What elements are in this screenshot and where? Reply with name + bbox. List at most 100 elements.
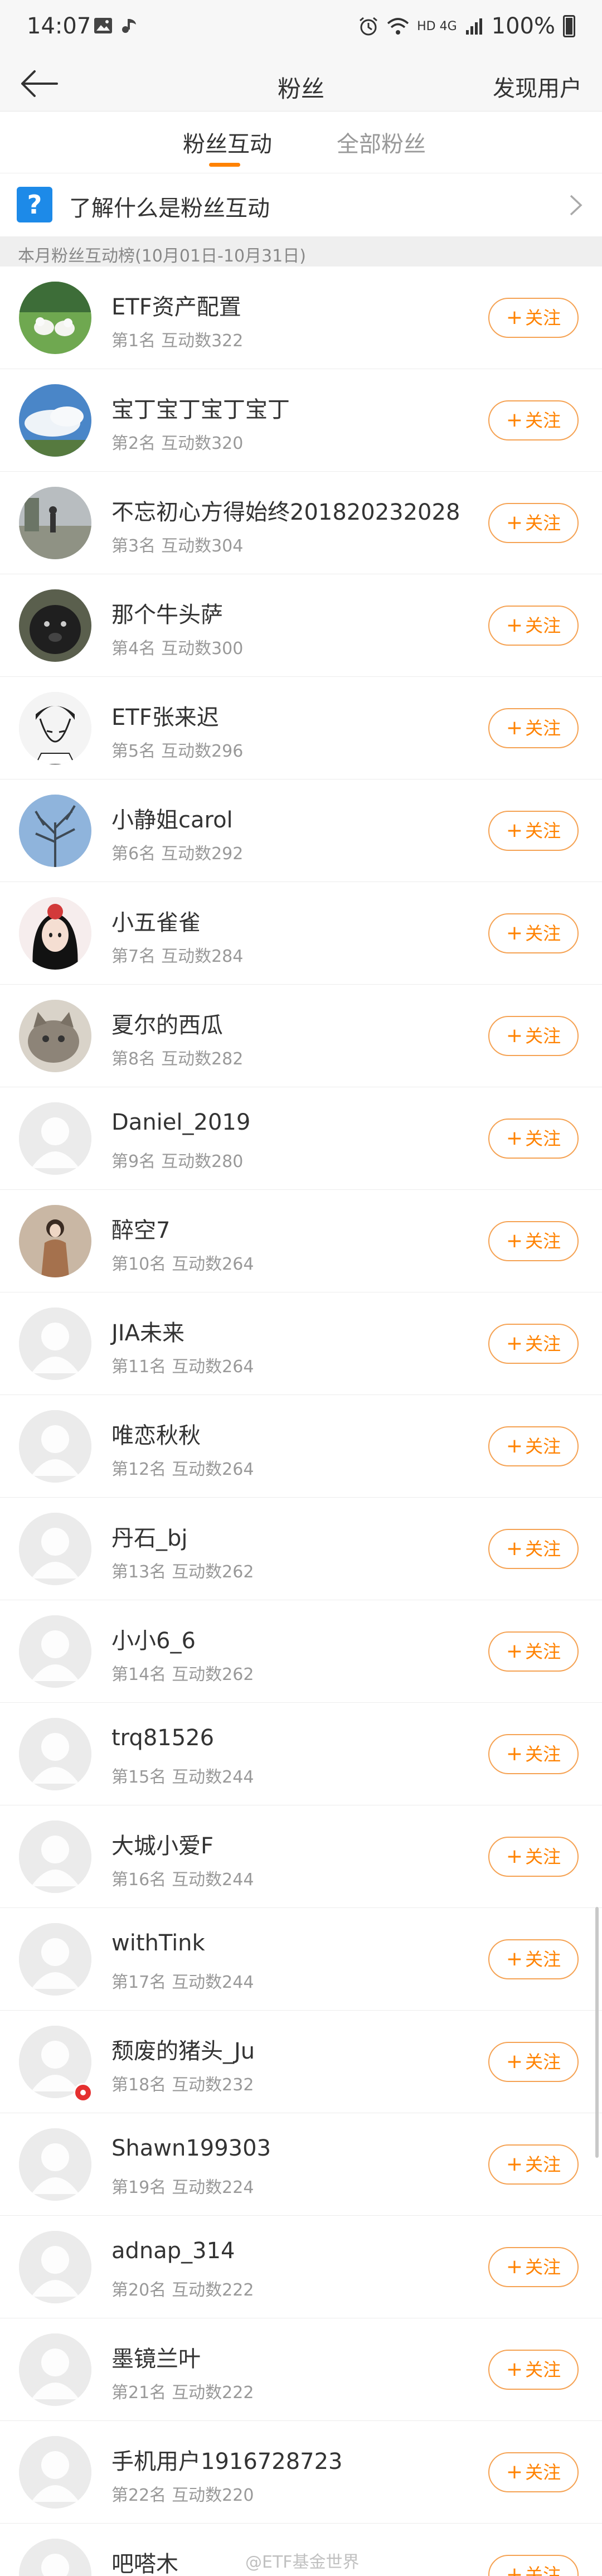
fan-row[interactable]: withTink 第17名 互动数244 + 关注 (0, 1908, 602, 2011)
avatar[interactable] (19, 2231, 91, 2303)
avatar[interactable] (19, 1615, 91, 1688)
fan-name[interactable]: 唯恋秋秋 (111, 1417, 201, 1450)
fan-row[interactable]: 手机用户1916728723 第22名 互动数220 + 关注 (0, 2421, 602, 2524)
fan-row[interactable]: JIA未来 第11名 互动数264 + 关注 (0, 1292, 602, 1395)
avatar[interactable] (19, 384, 91, 457)
fan-name[interactable]: 大城小爱F (111, 1828, 213, 1860)
fan-name[interactable]: JIA未来 (111, 1315, 185, 1347)
fan-row[interactable]: ETF张来迟 第5名 互动数296 + 关注 (0, 677, 602, 779)
follow-button[interactable]: + 关注 (488, 503, 579, 543)
follow-button[interactable]: + 关注 (488, 2144, 579, 2185)
fan-row[interactable]: 唯恋秋秋 第12名 互动数264 + 关注 (0, 1395, 602, 1498)
follow-button[interactable]: + 关注 (488, 2042, 579, 2082)
fan-name[interactable]: ETF资产配置 (111, 289, 241, 321)
fan-name[interactable]: withTink (111, 1930, 205, 1956)
fan-name[interactable]: 宝丁宝丁宝丁宝丁 (111, 391, 290, 424)
fan-name[interactable]: trq81526 (111, 1725, 214, 1751)
fan-name[interactable]: 墨镜兰叶 (111, 2341, 201, 2373)
avatar[interactable] (19, 1102, 91, 1175)
avatar[interactable] (19, 1513, 91, 1585)
fan-row[interactable]: 不忘初心方得始终201820232028 第3名 互动数304 + 关注 (0, 472, 602, 574)
follow-button[interactable]: + 关注 (488, 1837, 579, 1877)
follow-button[interactable]: + 关注 (488, 1631, 579, 1672)
fan-name[interactable]: ETF张来迟 (111, 699, 219, 732)
avatar[interactable] (19, 1923, 91, 1996)
avatar[interactable] (19, 1410, 91, 1483)
fan-name[interactable]: 丹石_bj (111, 1520, 188, 1552)
tab-fan-interaction[interactable]: 粉丝互动 (183, 126, 272, 158)
avatar[interactable] (19, 2333, 91, 2406)
fan-interaction-count: 互动数224 (172, 2178, 254, 2197)
follow-button[interactable]: + 关注 (488, 1734, 579, 1774)
avatar[interactable] (19, 897, 91, 970)
follow-button[interactable]: + 关注 (488, 913, 579, 953)
fan-name[interactable]: 小小6_6 (111, 1623, 196, 1655)
follow-button[interactable]: + 关注 (488, 1939, 579, 1979)
fan-name[interactable]: 不忘初心方得始终201820232028 (111, 494, 460, 526)
follow-button[interactable]: + 关注 (488, 2452, 579, 2492)
follow-button[interactable]: + 关注 (488, 1529, 579, 1569)
follow-label: 关注 (525, 2051, 561, 2073)
follow-button[interactable]: + 关注 (488, 400, 579, 440)
fan-name[interactable]: 那个牛头萨 (111, 597, 223, 629)
fan-name[interactable]: 颓废的猪头_Ju (111, 2033, 255, 2065)
fan-name[interactable]: Daniel_2019 (111, 1110, 250, 1135)
fan-row[interactable]: Daniel_2019 第9名 互动数280 + 关注 (0, 1087, 602, 1190)
follow-button[interactable]: + 关注 (488, 1118, 579, 1159)
fan-rank: 第19名 (111, 2178, 167, 2197)
avatar[interactable] (19, 1000, 91, 1072)
follow-button[interactable]: + 关注 (488, 2555, 579, 2576)
avatar[interactable] (19, 1718, 91, 1790)
follow-button[interactable]: + 关注 (488, 2350, 579, 2390)
avatar[interactable] (19, 2128, 91, 2201)
fan-row[interactable]: ETF资产配置 第1名 互动数322 + 关注 (0, 267, 602, 369)
fan-name[interactable]: 小五雀雀 (111, 904, 201, 937)
fan-row[interactable]: Shawn199303 第19名 互动数224 + 关注 (0, 2113, 602, 2216)
avatar[interactable] (19, 795, 91, 867)
follow-button[interactable]: + 关注 (488, 708, 579, 748)
fan-row[interactable]: 醉空7 第10名 互动数264 + 关注 (0, 1190, 602, 1292)
discover-users-link[interactable]: 发现用户 (493, 70, 582, 103)
fan-meta: 第13名 互动数262 (111, 1558, 254, 1582)
fan-row[interactable]: 宝丁宝丁宝丁宝丁 第2名 互动数320 + 关注 (0, 369, 602, 472)
avatar[interactable] (19, 1820, 91, 1893)
avatar[interactable] (19, 282, 91, 354)
follow-button[interactable]: + 关注 (488, 1221, 579, 1261)
follow-button[interactable]: + 关注 (488, 606, 579, 646)
follow-button[interactable]: + 关注 (488, 298, 579, 338)
fan-row[interactable]: 小五雀雀 第7名 互动数284 + 关注 (0, 882, 602, 985)
avatar[interactable] (19, 692, 91, 764)
fan-name[interactable]: 醉空7 (111, 1212, 170, 1245)
avatar[interactable] (19, 1205, 91, 1277)
fan-name[interactable]: 手机用户1916728723 (111, 2443, 343, 2476)
fan-name[interactable]: 吧嗒木 (111, 2546, 178, 2576)
fan-row[interactable]: trq81526 第15名 互动数244 + 关注 (0, 1703, 602, 1805)
fan-row[interactable]: 颓废的猪头_Ju 第18名 互动数232 + 关注 (0, 2011, 602, 2113)
avatar[interactable] (19, 487, 91, 559)
fan-name[interactable]: 夏尔的西瓜 (111, 1007, 223, 1039)
avatar[interactable] (19, 2436, 91, 2509)
fan-row[interactable]: 墨镜兰叶 第21名 互动数222 + 关注 (0, 2318, 602, 2421)
fan-interaction-help-row[interactable]: ? 了解什么是粉丝互动 (0, 173, 602, 236)
fan-row[interactable]: 小静姐carol 第6名 互动数292 + 关注 (0, 779, 602, 882)
fan-name[interactable]: 小静姐carol (111, 802, 233, 834)
fan-rank: 第4名 (111, 639, 156, 658)
avatar[interactable] (19, 589, 91, 662)
fan-name[interactable]: adnap_314 (111, 2238, 235, 2264)
avatar[interactable] (19, 1308, 91, 1380)
fan-row[interactable]: 夏尔的西瓜 第8名 互动数282 + 关注 (0, 985, 602, 1087)
tab-all-fans[interactable]: 全部粉丝 (337, 126, 426, 158)
avatar[interactable] (19, 2539, 91, 2576)
fan-row[interactable]: adnap_314 第20名 互动数222 + 关注 (0, 2216, 602, 2318)
follow-button[interactable]: + 关注 (488, 1426, 579, 1466)
fan-name[interactable]: Shawn199303 (111, 2136, 271, 2161)
follow-button[interactable]: + 关注 (488, 1016, 579, 1056)
fan-row[interactable]: 小小6_6 第14名 互动数262 + 关注 (0, 1600, 602, 1703)
follow-button[interactable]: + 关注 (488, 811, 579, 851)
follow-button[interactable]: + 关注 (488, 2247, 579, 2287)
fan-row[interactable]: 大城小爱F 第16名 互动数244 + 关注 (0, 1805, 602, 1908)
follow-button[interactable]: + 关注 (488, 1324, 579, 1364)
fan-row[interactable]: 丹石_bj 第13名 互动数262 + 关注 (0, 1498, 602, 1600)
scrollbar[interactable] (595, 1907, 599, 2158)
fan-row[interactable]: 那个牛头萨 第4名 互动数300 + 关注 (0, 574, 602, 677)
